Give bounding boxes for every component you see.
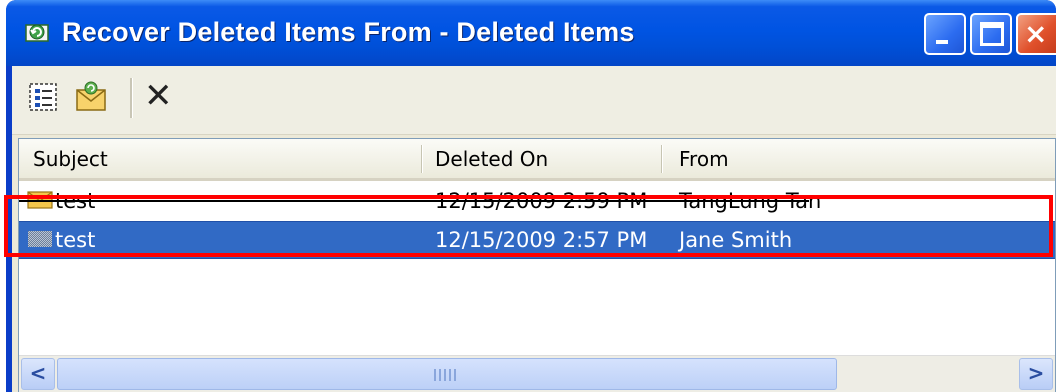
- recover-envelope-icon[interactable]: [74, 80, 108, 114]
- close-button[interactable]: ×: [1016, 13, 1056, 55]
- deleted-items-list[interactable]: Subject Deleted On From test 12/15/2009 …: [18, 138, 1056, 392]
- select-all-icon[interactable]: [26, 80, 60, 114]
- scroll-right-button[interactable]: >: [1019, 358, 1053, 390]
- scroll-thumb[interactable]: [57, 358, 837, 390]
- minimize-icon: [936, 40, 948, 44]
- minimize-button[interactable]: [924, 13, 966, 55]
- column-from[interactable]: From: [679, 147, 729, 171]
- scroll-left-button[interactable]: <: [21, 358, 55, 390]
- toolbar-separator: [130, 78, 133, 118]
- horizontal-scrollbar[interactable]: < >: [19, 355, 1055, 392]
- toolbar: ✕: [12, 66, 1056, 135]
- list-header: Subject Deleted On From: [19, 139, 1055, 181]
- title-bar[interactable]: Recover Deleted Items From - Deleted Ite…: [6, 0, 1056, 66]
- column-divider[interactable]: [421, 145, 423, 173]
- column-deleted-on[interactable]: Deleted On: [435, 147, 548, 171]
- app-icon: [25, 24, 49, 42]
- maximize-icon: [980, 22, 1004, 46]
- column-divider[interactable]: [661, 145, 663, 173]
- column-subject[interactable]: Subject: [33, 147, 108, 171]
- maximize-button[interactable]: [970, 13, 1012, 55]
- close-icon: ×: [1024, 17, 1048, 50]
- delete-icon[interactable]: ✕: [144, 76, 173, 116]
- window-title: Recover Deleted Items From - Deleted Ite…: [62, 17, 635, 47]
- highlight-box: [4, 195, 1053, 257]
- grip-icon: [434, 369, 458, 381]
